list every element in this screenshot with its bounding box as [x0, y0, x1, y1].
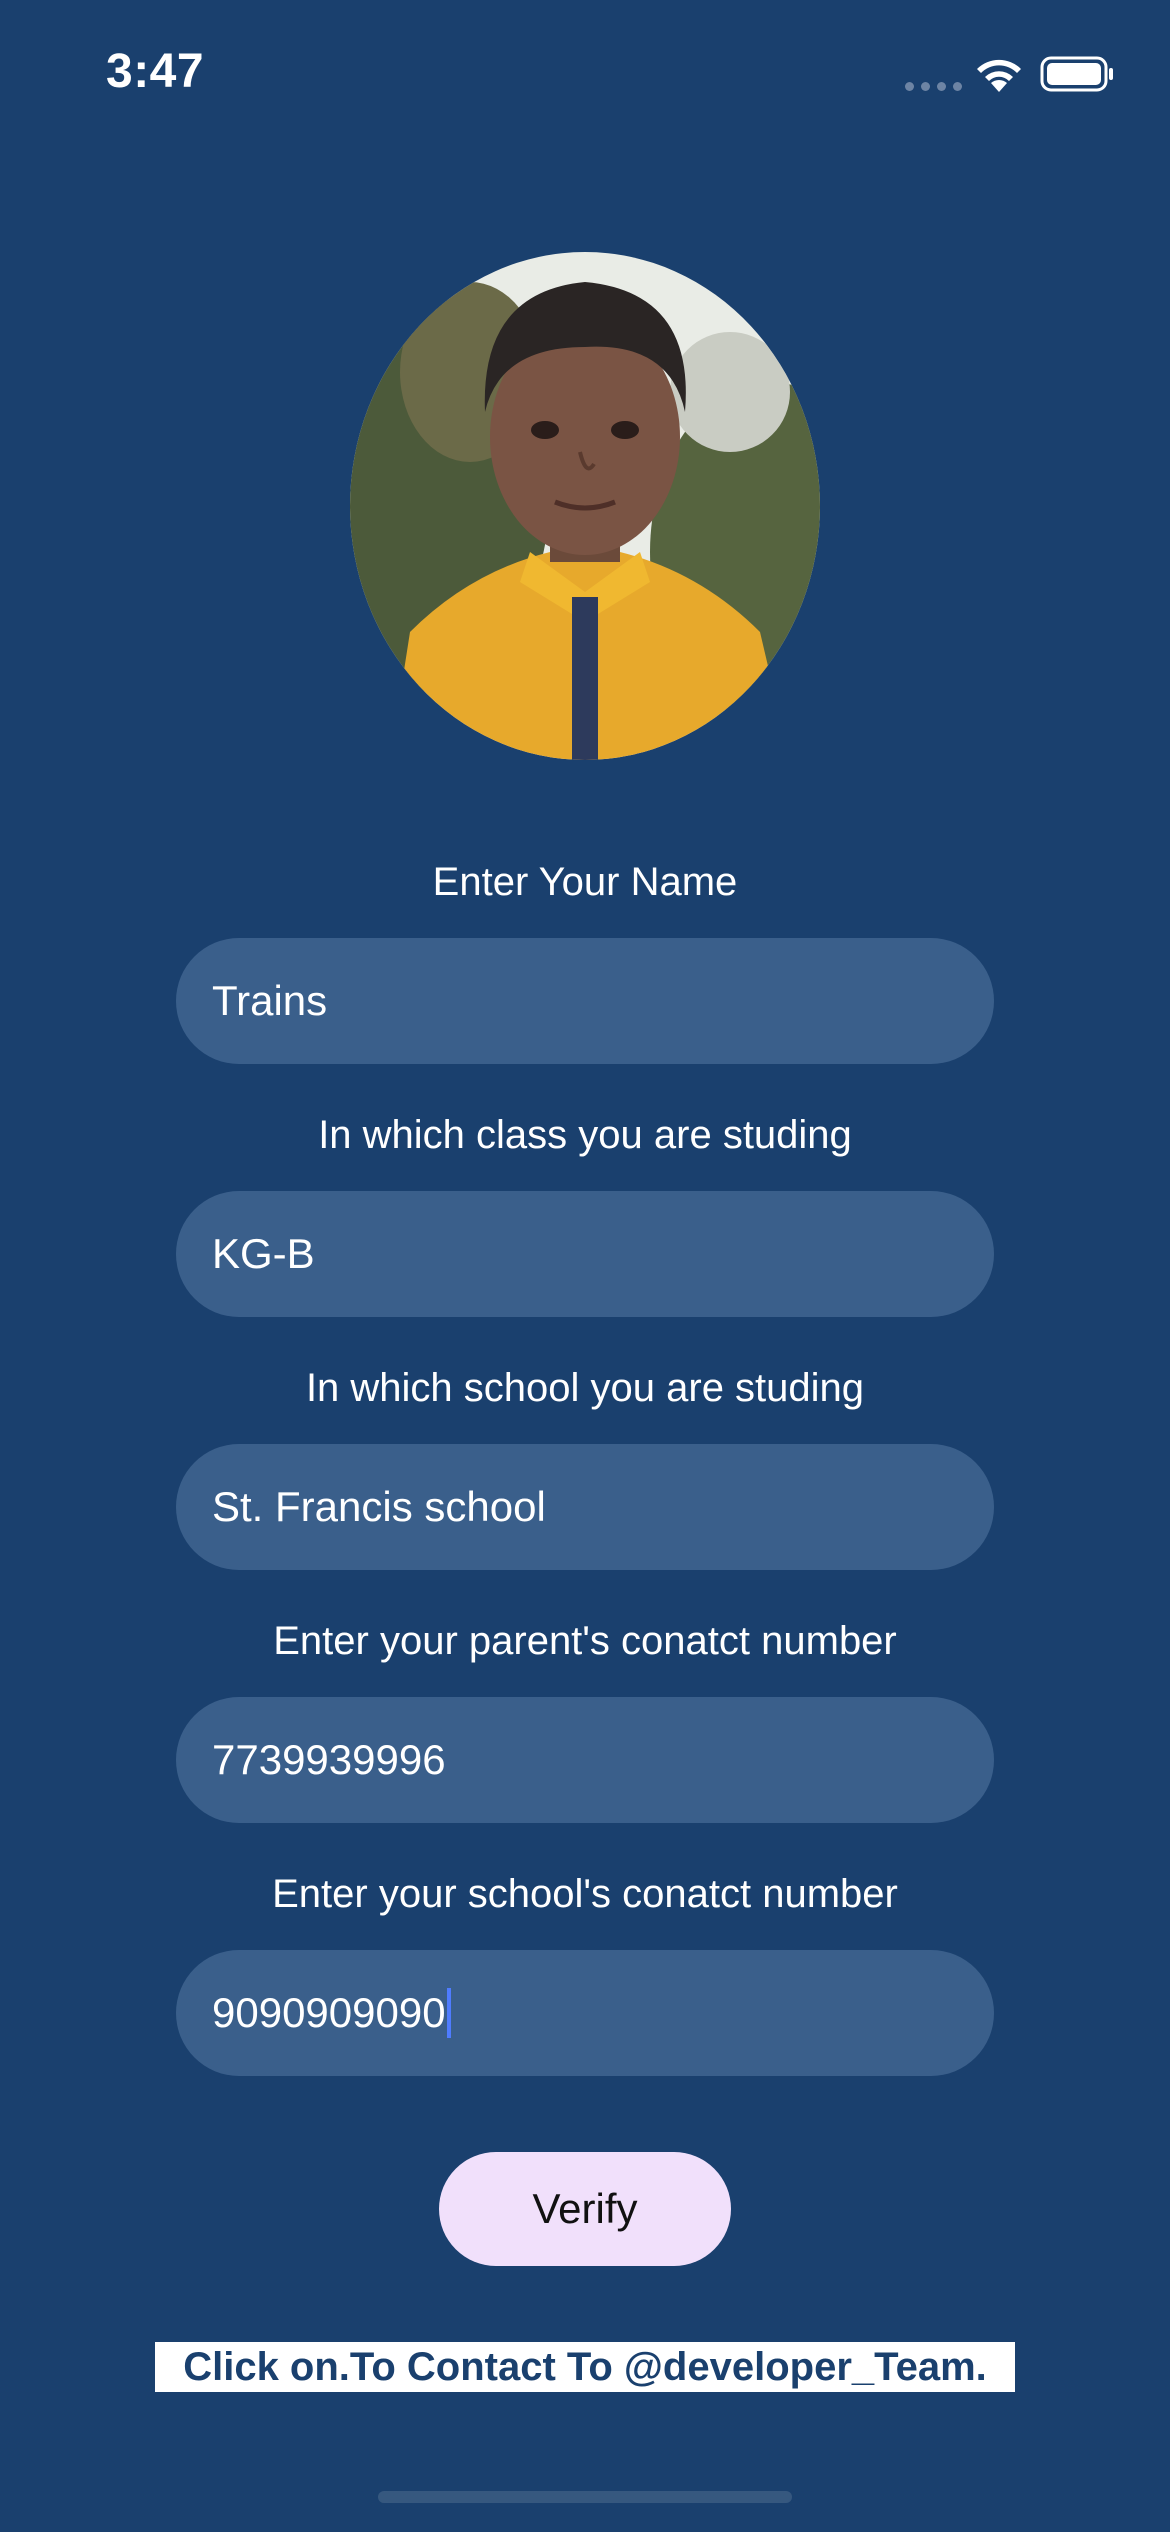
school-contact-label: Enter your school's conatct number	[272, 1872, 898, 1916]
contact-developer-link[interactable]: Click on.To Contact To @developer_Team.	[155, 2342, 1015, 2392]
parent-contact-input-value: 7739939996	[212, 1736, 446, 1783]
text-cursor	[446, 1988, 451, 2038]
profile-photo[interactable]	[350, 252, 820, 760]
battery-icon	[1040, 56, 1113, 92]
verify-button[interactable]: Verify	[439, 2152, 731, 2266]
status-time: 3:47	[106, 45, 205, 98]
name-label: Enter Your Name	[432, 860, 738, 904]
school-contact-input-value: 9090909090	[212, 1989, 446, 2036]
parent-contact-label: Enter your parent's conatct number	[273, 1619, 897, 1663]
school-label: In which school you are studing	[305, 1366, 865, 1410]
school-input[interactable]: St. Francis school	[176, 1444, 994, 1570]
name-input[interactable]: Trains	[176, 938, 994, 1064]
school-contact-input[interactable]: 9090909090	[176, 1950, 994, 2076]
parent-contact-input[interactable]: 7739939996	[176, 1697, 994, 1823]
home-indicator[interactable]	[378, 2491, 792, 2503]
class-label: In which class you are studing	[318, 1113, 852, 1157]
school-input-value: St. Francis school	[212, 1483, 546, 1530]
cellular-signal-icon	[905, 82, 962, 91]
class-input[interactable]: KG-B	[176, 1191, 994, 1317]
name-input-value: Trains	[212, 977, 328, 1024]
wifi-icon	[977, 59, 1021, 92]
class-input-value: KG-B	[212, 1230, 315, 1277]
